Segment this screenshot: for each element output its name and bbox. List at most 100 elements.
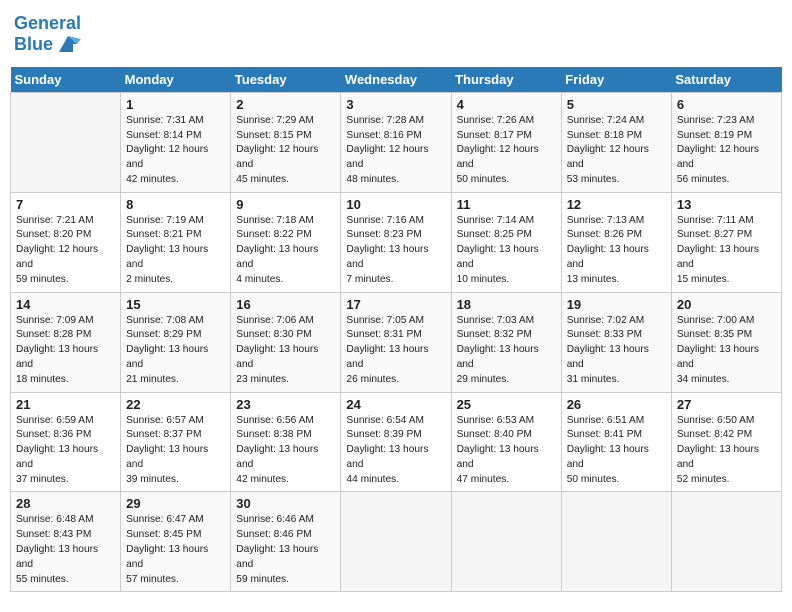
day-info: Sunrise: 7:09 AMSunset: 8:28 PMDaylight:…	[16, 314, 115, 388]
day-number: 23	[236, 397, 335, 412]
day-cell: 28 Sunrise: 6:48 AMSunset: 8:43 PMDaylig…	[11, 492, 121, 592]
logo-text-blue: Blue	[14, 34, 53, 55]
day-cell: 21 Sunrise: 6:59 AMSunset: 8:36 PMDaylig…	[11, 392, 121, 492]
day-number: 2	[236, 97, 335, 112]
day-cell: 16 Sunrise: 7:06 AMSunset: 8:30 PMDaylig…	[231, 292, 341, 392]
day-cell: 18 Sunrise: 7:03 AMSunset: 8:32 PMDaylig…	[451, 292, 561, 392]
day-info: Sunrise: 7:14 AMSunset: 8:25 PMDaylight:…	[457, 214, 556, 288]
day-info: Sunrise: 7:18 AMSunset: 8:22 PMDaylight:…	[236, 214, 335, 288]
day-cell: 17 Sunrise: 7:05 AMSunset: 8:31 PMDaylig…	[341, 292, 451, 392]
day-cell: 26 Sunrise: 6:51 AMSunset: 8:41 PMDaylig…	[561, 392, 671, 492]
day-info: Sunrise: 7:28 AMSunset: 8:16 PMDaylight:…	[346, 114, 445, 188]
day-cell: 1 Sunrise: 7:31 AMSunset: 8:14 PMDayligh…	[121, 92, 231, 192]
day-cell: 14 Sunrise: 7:09 AMSunset: 8:28 PMDaylig…	[11, 292, 121, 392]
day-info: Sunrise: 7:11 AMSunset: 8:27 PMDaylight:…	[677, 214, 776, 288]
day-number: 28	[16, 496, 115, 511]
day-number: 30	[236, 496, 335, 511]
day-info: Sunrise: 7:06 AMSunset: 8:30 PMDaylight:…	[236, 314, 335, 388]
day-number: 18	[457, 297, 556, 312]
day-cell	[561, 492, 671, 592]
day-info: Sunrise: 7:26 AMSunset: 8:17 PMDaylight:…	[457, 114, 556, 188]
day-info: Sunrise: 6:57 AMSunset: 8:37 PMDaylight:…	[126, 414, 225, 488]
day-cell	[11, 92, 121, 192]
day-cell: 30 Sunrise: 6:46 AMSunset: 8:46 PMDaylig…	[231, 492, 341, 592]
day-number: 26	[567, 397, 666, 412]
day-info: Sunrise: 7:05 AMSunset: 8:31 PMDaylight:…	[346, 314, 445, 388]
day-cell: 5 Sunrise: 7:24 AMSunset: 8:18 PMDayligh…	[561, 92, 671, 192]
day-number: 15	[126, 297, 225, 312]
logo-icon	[55, 34, 81, 54]
day-info: Sunrise: 7:03 AMSunset: 8:32 PMDaylight:…	[457, 314, 556, 388]
week-row-1: 1 Sunrise: 7:31 AMSunset: 8:14 PMDayligh…	[11, 92, 782, 192]
day-info: Sunrise: 6:46 AMSunset: 8:46 PMDaylight:…	[236, 513, 335, 587]
col-header-tuesday: Tuesday	[231, 67, 341, 93]
day-info: Sunrise: 7:19 AMSunset: 8:21 PMDaylight:…	[126, 214, 225, 288]
day-number: 17	[346, 297, 445, 312]
header-row: SundayMondayTuesdayWednesdayThursdayFrid…	[11, 67, 782, 93]
day-info: Sunrise: 7:16 AMSunset: 8:23 PMDaylight:…	[346, 214, 445, 288]
day-info: Sunrise: 6:50 AMSunset: 8:42 PMDaylight:…	[677, 414, 776, 488]
day-number: 6	[677, 97, 776, 112]
day-info: Sunrise: 7:23 AMSunset: 8:19 PMDaylight:…	[677, 114, 776, 188]
day-cell: 7 Sunrise: 7:21 AMSunset: 8:20 PMDayligh…	[11, 192, 121, 292]
day-cell: 3 Sunrise: 7:28 AMSunset: 8:16 PMDayligh…	[341, 92, 451, 192]
day-number: 21	[16, 397, 115, 412]
day-cell: 2 Sunrise: 7:29 AMSunset: 8:15 PMDayligh…	[231, 92, 341, 192]
day-cell: 4 Sunrise: 7:26 AMSunset: 8:17 PMDayligh…	[451, 92, 561, 192]
day-number: 24	[346, 397, 445, 412]
day-cell: 24 Sunrise: 6:54 AMSunset: 8:39 PMDaylig…	[341, 392, 451, 492]
day-info: Sunrise: 7:08 AMSunset: 8:29 PMDaylight:…	[126, 314, 225, 388]
col-header-wednesday: Wednesday	[341, 67, 451, 93]
day-number: 11	[457, 197, 556, 212]
day-info: Sunrise: 7:00 AMSunset: 8:35 PMDaylight:…	[677, 314, 776, 388]
day-info: Sunrise: 7:21 AMSunset: 8:20 PMDaylight:…	[16, 214, 115, 288]
day-cell: 11 Sunrise: 7:14 AMSunset: 8:25 PMDaylig…	[451, 192, 561, 292]
day-number: 9	[236, 197, 335, 212]
day-info: Sunrise: 6:56 AMSunset: 8:38 PMDaylight:…	[236, 414, 335, 488]
day-number: 10	[346, 197, 445, 212]
day-info: Sunrise: 6:54 AMSunset: 8:39 PMDaylight:…	[346, 414, 445, 488]
day-cell: 20 Sunrise: 7:00 AMSunset: 8:35 PMDaylig…	[671, 292, 781, 392]
day-cell	[451, 492, 561, 592]
day-cell: 13 Sunrise: 7:11 AMSunset: 8:27 PMDaylig…	[671, 192, 781, 292]
day-cell: 23 Sunrise: 6:56 AMSunset: 8:38 PMDaylig…	[231, 392, 341, 492]
day-cell	[341, 492, 451, 592]
col-header-saturday: Saturday	[671, 67, 781, 93]
day-number: 13	[677, 197, 776, 212]
col-header-thursday: Thursday	[451, 67, 561, 93]
day-info: Sunrise: 7:02 AMSunset: 8:33 PMDaylight:…	[567, 314, 666, 388]
day-number: 29	[126, 496, 225, 511]
logo-line1: General	[14, 14, 81, 34]
day-number: 8	[126, 197, 225, 212]
day-cell: 25 Sunrise: 6:53 AMSunset: 8:40 PMDaylig…	[451, 392, 561, 492]
calendar-table: SundayMondayTuesdayWednesdayThursdayFrid…	[10, 67, 782, 593]
day-number: 20	[677, 297, 776, 312]
day-info: Sunrise: 6:48 AMSunset: 8:43 PMDaylight:…	[16, 513, 115, 587]
day-cell	[671, 492, 781, 592]
day-info: Sunrise: 6:53 AMSunset: 8:40 PMDaylight:…	[457, 414, 556, 488]
col-header-friday: Friday	[561, 67, 671, 93]
day-number: 16	[236, 297, 335, 312]
day-cell: 15 Sunrise: 7:08 AMSunset: 8:29 PMDaylig…	[121, 292, 231, 392]
day-cell: 10 Sunrise: 7:16 AMSunset: 8:23 PMDaylig…	[341, 192, 451, 292]
day-info: Sunrise: 6:59 AMSunset: 8:36 PMDaylight:…	[16, 414, 115, 488]
day-number: 3	[346, 97, 445, 112]
day-info: Sunrise: 7:13 AMSunset: 8:26 PMDaylight:…	[567, 214, 666, 288]
day-cell: 8 Sunrise: 7:19 AMSunset: 8:21 PMDayligh…	[121, 192, 231, 292]
day-number: 5	[567, 97, 666, 112]
day-info: Sunrise: 6:51 AMSunset: 8:41 PMDaylight:…	[567, 414, 666, 488]
day-number: 7	[16, 197, 115, 212]
day-cell: 6 Sunrise: 7:23 AMSunset: 8:19 PMDayligh…	[671, 92, 781, 192]
week-row-4: 21 Sunrise: 6:59 AMSunset: 8:36 PMDaylig…	[11, 392, 782, 492]
day-cell: 22 Sunrise: 6:57 AMSunset: 8:37 PMDaylig…	[121, 392, 231, 492]
day-cell: 9 Sunrise: 7:18 AMSunset: 8:22 PMDayligh…	[231, 192, 341, 292]
week-row-5: 28 Sunrise: 6:48 AMSunset: 8:43 PMDaylig…	[11, 492, 782, 592]
day-number: 27	[677, 397, 776, 412]
day-number: 25	[457, 397, 556, 412]
day-number: 22	[126, 397, 225, 412]
logo: General Blue	[14, 14, 81, 55]
day-cell: 19 Sunrise: 7:02 AMSunset: 8:33 PMDaylig…	[561, 292, 671, 392]
day-info: Sunrise: 7:24 AMSunset: 8:18 PMDaylight:…	[567, 114, 666, 188]
day-cell: 27 Sunrise: 6:50 AMSunset: 8:42 PMDaylig…	[671, 392, 781, 492]
day-cell: 29 Sunrise: 6:47 AMSunset: 8:45 PMDaylig…	[121, 492, 231, 592]
